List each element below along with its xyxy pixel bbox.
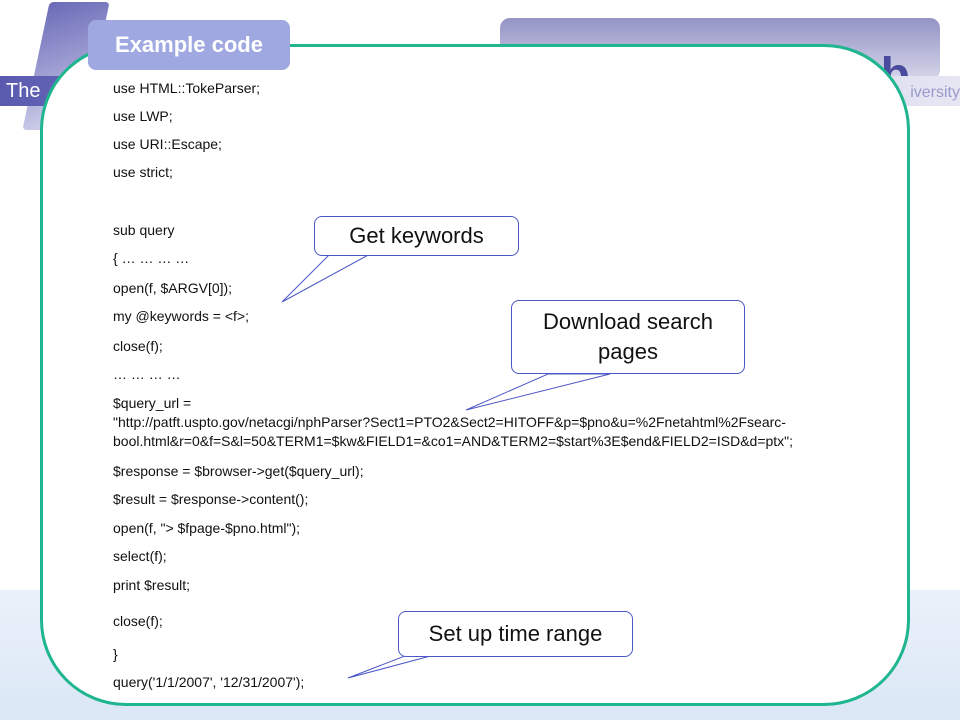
code-line: { … … … … [113, 250, 190, 266]
code-line: $response = $browser->get($query_url); [113, 463, 364, 479]
code-line: use strict; [113, 164, 173, 180]
code-line: use LWP; [113, 108, 173, 124]
code-line: $result = $response->content(); [113, 491, 309, 507]
example-code-label: Example code [88, 20, 290, 70]
code-line: use HTML::TokeParser; [113, 80, 261, 96]
code-line: use URI::Escape; [113, 136, 222, 152]
code-line: bool.html&r=0&f=S&l=50&TERM1=$kw&FIELD1=… [113, 433, 794, 449]
code-line: $query_url = [113, 395, 192, 411]
code-line: } [113, 646, 118, 662]
code-line: sub query [113, 222, 175, 238]
code-line: close(f); [113, 613, 163, 629]
get-keywords-callout: Get keywords [314, 216, 519, 256]
code-line: select(f); [113, 548, 167, 564]
code-line: print $result; [113, 577, 191, 593]
code-line: close(f); [113, 338, 163, 354]
code-line: open(f, "> $fpage-$pno.html"); [113, 520, 300, 536]
banner-text-left: The [6, 80, 41, 102]
download-search-pages-callout: Download search pages [511, 300, 745, 374]
banner-text-right: iversity [910, 84, 960, 101]
code-line: … … … … [113, 366, 181, 382]
code-line: "http://patft.uspto.gov/netacgi/nphParse… [113, 414, 786, 430]
code-line: query('1/1/2007', '12/31/2007'); [113, 674, 305, 690]
code-line: open(f, $ARGV[0]); [113, 280, 233, 296]
set-up-time-range-callout: Set up time range [398, 611, 633, 657]
code-line: my @keywords = <f>; [113, 308, 249, 324]
